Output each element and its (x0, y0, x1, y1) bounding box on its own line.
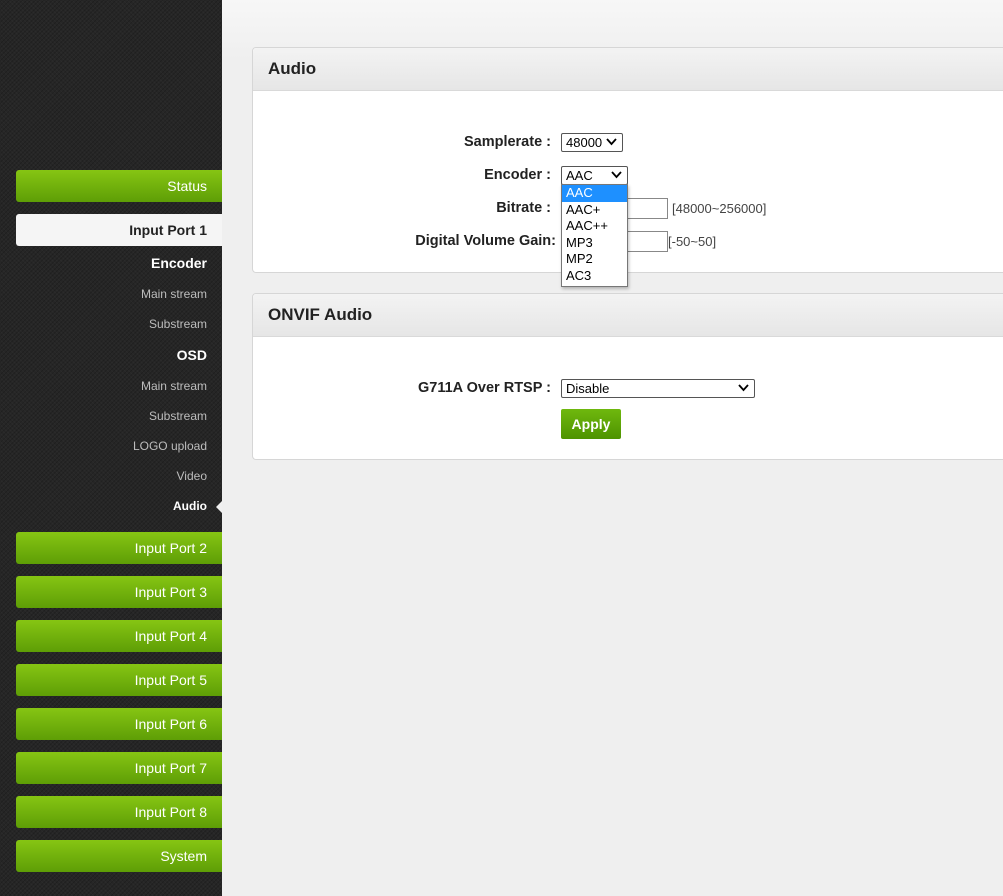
encoder-option-ac3[interactable]: AC3 (562, 268, 627, 285)
encoder-value: AAC (566, 168, 593, 183)
nav-input-port-4[interactable]: Input Port 4 (16, 620, 222, 652)
audio-link[interactable]: Audio (17, 499, 207, 513)
nav-system[interactable]: System (16, 840, 222, 872)
g711a-over-rtsp-label: G711A Over RTSP : (418, 380, 551, 396)
osd-heading: OSD (176, 347, 207, 363)
encoder-option-mp3[interactable]: MP3 (562, 235, 627, 252)
bitrate-range-hint: [48000~256000] (672, 201, 767, 216)
samplerate-label: Samplerate : (463, 134, 551, 150)
chevron-down-icon (738, 381, 749, 398)
encoder-select[interactable]: AAC (561, 166, 628, 185)
encoder-option-mp2[interactable]: MP2 (562, 251, 627, 268)
encoder-label: Encoder : (484, 167, 551, 183)
apply-button[interactable]: Apply (561, 409, 621, 439)
encoder-main-stream-link[interactable]: Main stream (17, 287, 207, 301)
nav-input-port-1[interactable]: Input Port 1 (16, 214, 222, 246)
bitrate-label: Bitrate : (496, 200, 551, 216)
chevron-down-icon (611, 168, 622, 185)
encoder-option-aac-plus-plus[interactable]: AAC++ (562, 218, 627, 235)
nav-input-port-2[interactable]: Input Port 2 (16, 532, 222, 564)
encoder-dropdown-list: AAC AAC+ AAC++ MP3 MP2 AC3 (561, 184, 628, 287)
nav-input-port-5[interactable]: Input Port 5 (16, 664, 222, 696)
nav-input-port-7[interactable]: Input Port 7 (16, 752, 222, 784)
onvif-audio-panel: ONVIF Audio (252, 293, 1003, 460)
nav-input-port-3[interactable]: Input Port 3 (16, 576, 222, 608)
encoder-option-aac-plus[interactable]: AAC+ (562, 202, 627, 219)
g711a-value: Disable (566, 381, 610, 396)
samplerate-value: 48000 (566, 135, 603, 150)
onvif-audio-panel-title: ONVIF Audio (253, 294, 1003, 337)
samplerate-select[interactable]: 48000 (561, 133, 623, 152)
video-link[interactable]: Video (17, 469, 207, 483)
active-indicator-arrow (216, 501, 222, 513)
sidebar: Status Input Port 1 Encoder Main stream … (0, 0, 222, 896)
chevron-down-icon (606, 135, 617, 152)
nav-input-port-6[interactable]: Input Port 6 (16, 708, 222, 740)
encoder-heading: Encoder (150, 255, 207, 271)
volume-range-hint: [-50~50] (668, 234, 717, 249)
digital-volume-gain-label: Digital Volume Gain: (415, 233, 556, 249)
nav-status[interactable]: Status (16, 170, 222, 202)
g711a-over-rtsp-select[interactable]: Disable (561, 379, 755, 398)
audio-panel-title: Audio (253, 48, 1003, 91)
osd-substream-link[interactable]: Substream (17, 409, 207, 423)
osd-main-stream-link[interactable]: Main stream (17, 379, 207, 393)
logo-upload-link[interactable]: LOGO upload (17, 439, 207, 453)
encoder-substream-link[interactable]: Substream (17, 317, 207, 331)
encoder-option-aac[interactable]: AAC (562, 185, 627, 202)
nav-input-port-8[interactable]: Input Port 8 (16, 796, 222, 828)
